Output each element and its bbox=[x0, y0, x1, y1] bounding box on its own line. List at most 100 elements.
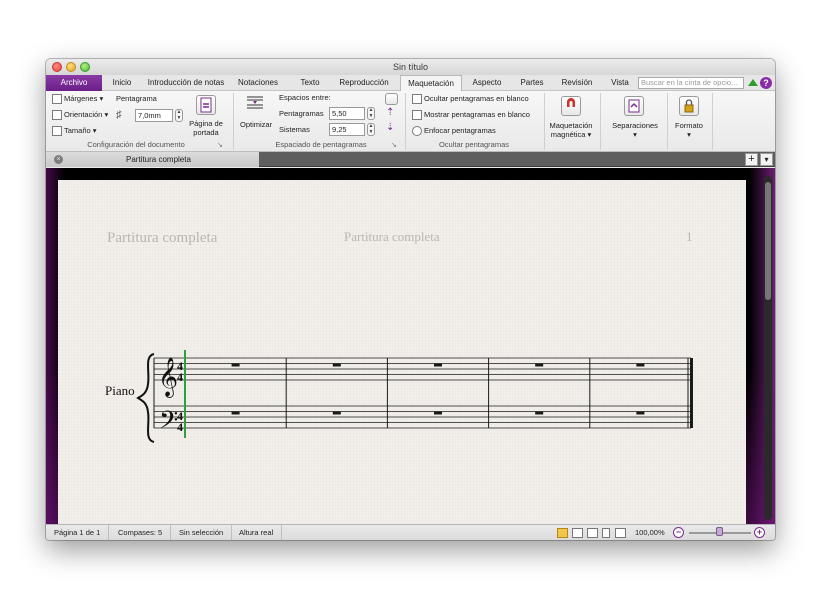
tab-texto[interactable]: Texto bbox=[296, 75, 324, 91]
svg-text:4: 4 bbox=[177, 370, 183, 384]
vertical-view-icon[interactable] bbox=[602, 528, 610, 538]
systems-spacing-field[interactable]: 9,25 bbox=[329, 123, 365, 136]
treble-whole-rest bbox=[535, 363, 544, 367]
status-page: Página 1 de 1 bbox=[46, 525, 110, 540]
magnetic-layout-button[interactable]: Maquetación magnética ▾ bbox=[547, 121, 595, 139]
tab-archivo[interactable]: Archivo bbox=[46, 75, 102, 91]
group-divider bbox=[233, 93, 234, 150]
document-tab-title: Partitura completa bbox=[126, 155, 191, 164]
treble-whole-rest bbox=[332, 363, 341, 367]
tab-reproduccion[interactable]: Reproducción bbox=[336, 75, 392, 91]
window-title: Sin título bbox=[392, 62, 429, 72]
zoom-out-icon[interactable]: − bbox=[673, 527, 684, 538]
close-tab-icon[interactable]: × bbox=[54, 155, 63, 164]
staff-size-stepper[interactable]: ▲ ▼ bbox=[175, 109, 183, 122]
vertical-scroll-thumb[interactable] bbox=[765, 182, 771, 300]
optimize-button[interactable]: Optimizar bbox=[240, 119, 272, 131]
grand-staff[interactable]: 𝄞 𝄢 44 44 bbox=[58, 180, 746, 524]
size-icon bbox=[52, 126, 62, 137]
ribbon-tab-bar: Archivo Inicio Introducción de notas Not… bbox=[46, 75, 775, 92]
tab-menu-button[interactable]: ▾ bbox=[760, 153, 773, 166]
bass-whole-rest bbox=[434, 411, 442, 415]
help-icon[interactable]: ? bbox=[760, 77, 772, 89]
tab-partes[interactable]: Partes bbox=[517, 75, 547, 91]
tab-vista[interactable]: Vista bbox=[607, 75, 633, 91]
reset-spacing-icon[interactable] bbox=[385, 93, 398, 105]
zoom-in-icon[interactable]: + bbox=[754, 527, 765, 538]
staves-spacing-field[interactable]: 5,50 bbox=[329, 107, 365, 120]
orientation-button[interactable]: Orientación ▾ bbox=[52, 109, 108, 121]
collapse-ribbon-icon[interactable] bbox=[748, 79, 758, 86]
ribbon-panel: Márgenes ▾ Orientación ▾ Tamaño ▾ Pentag… bbox=[46, 91, 775, 152]
score-page[interactable]: Partitura completa Partitura completa 1 … bbox=[58, 180, 746, 524]
treble-whole-rest bbox=[231, 363, 240, 367]
page-view-icon[interactable] bbox=[557, 528, 568, 538]
breaks-icon[interactable] bbox=[624, 96, 644, 116]
breaks-button[interactable]: Separaciones ▾ bbox=[606, 121, 664, 139]
show-staves-icon bbox=[412, 110, 422, 121]
cover-page-icon[interactable] bbox=[196, 95, 216, 115]
hide-staves-icon bbox=[412, 94, 422, 105]
bass-whole-rest bbox=[535, 411, 544, 415]
tab-introduccion-notas[interactable]: Introducción de notas bbox=[143, 75, 229, 91]
treble-clef-icon: 𝄞 bbox=[158, 357, 178, 398]
treble-whole-rest bbox=[434, 363, 442, 367]
document-tab[interactable]: × Partitura completa bbox=[46, 152, 259, 167]
status-bar: Página 1 de 1 Compases: 5 Sin selección … bbox=[46, 524, 775, 540]
zoom-window-button[interactable] bbox=[80, 62, 90, 72]
tab-maquetacion[interactable]: Maquetación bbox=[400, 75, 462, 92]
group-divider bbox=[544, 93, 545, 150]
bass-whole-rest bbox=[332, 411, 341, 415]
minimize-window-button[interactable] bbox=[66, 62, 76, 72]
tab-aspecto[interactable]: Aspecto bbox=[469, 75, 505, 91]
optimize-icon[interactable] bbox=[245, 94, 265, 114]
status-bars: Compases: 5 bbox=[110, 525, 172, 540]
staff-spacing-group-label: Espaciado de pentagramas bbox=[275, 140, 367, 149]
hide-staves-group-label: Ocultar pentagramas bbox=[438, 140, 510, 149]
staff-lines bbox=[154, 357, 691, 429]
format-button[interactable]: Formato ▾ bbox=[668, 121, 710, 139]
tab-inicio[interactable]: Inicio bbox=[106, 75, 138, 91]
app-window: Sin título Archivo Inicio Introducción d… bbox=[46, 59, 775, 540]
magnetic-layout-icon[interactable] bbox=[561, 96, 581, 116]
bass-clef-icon: 𝄢 bbox=[159, 406, 178, 441]
orientation-icon bbox=[52, 110, 62, 121]
group-divider bbox=[600, 93, 601, 150]
margins-icon bbox=[52, 94, 62, 105]
rests bbox=[231, 363, 645, 415]
systems-spacing-stepper[interactable]: ▲ ▼ bbox=[367, 123, 375, 136]
cover-page-button[interactable]: Página de portada bbox=[186, 119, 226, 137]
staves-spacing-stepper[interactable]: ▲ ▼ bbox=[367, 107, 375, 120]
status-pitch[interactable]: Altura real bbox=[231, 525, 283, 540]
show-empty-staves-button[interactable]: Mostrar pentagramas en blanco bbox=[412, 109, 530, 121]
ribbon-search-input[interactable]: Buscar en la cinta de opcio... bbox=[638, 77, 744, 89]
zoom-slider-thumb[interactable] bbox=[716, 527, 723, 536]
staff-spacing-launcher-icon[interactable]: ↘ bbox=[391, 141, 397, 149]
staff-size-icon: ♯ bbox=[116, 109, 122, 121]
tab-notaciones[interactable]: Notaciones bbox=[234, 75, 282, 91]
spacing-down-icon[interactable]: ⇣ bbox=[386, 122, 394, 134]
spreads-view-icon[interactable] bbox=[572, 528, 583, 538]
close-window-button[interactable] bbox=[52, 62, 62, 72]
spacing-up-icon[interactable]: ⇡ bbox=[386, 107, 394, 119]
final-barline bbox=[690, 358, 693, 428]
time-signature-bass: 44 bbox=[177, 409, 183, 434]
staves-spacing-label: Pentagramas bbox=[279, 109, 324, 118]
format-icon[interactable] bbox=[679, 96, 699, 116]
doc-config-launcher-icon[interactable]: ↘ bbox=[217, 141, 223, 149]
score-canvas[interactable]: Partitura completa Partitura completa 1 … bbox=[46, 168, 775, 524]
full-screen-icon[interactable] bbox=[615, 528, 626, 538]
hide-empty-staves-button[interactable]: Ocultar pentagramas en blanco bbox=[412, 93, 529, 105]
add-tab-button[interactable]: + bbox=[745, 153, 758, 166]
horizontal-view-icon[interactable] bbox=[587, 528, 598, 538]
vertical-scrollbar[interactable] bbox=[764, 176, 772, 520]
treble-whole-rest bbox=[636, 363, 645, 367]
staff-size-field[interactable]: 7,0mm bbox=[135, 109, 173, 122]
bass-whole-rest bbox=[636, 411, 645, 415]
svg-text:4: 4 bbox=[177, 420, 183, 434]
focus-staves-button[interactable]: Enfocar pentagramas bbox=[412, 125, 496, 137]
tab-revision[interactable]: Revisión bbox=[558, 75, 596, 91]
size-button[interactable]: Tamaño ▾ bbox=[52, 125, 97, 137]
focus-staves-icon bbox=[412, 126, 422, 137]
margins-button[interactable]: Márgenes ▾ bbox=[52, 93, 103, 105]
